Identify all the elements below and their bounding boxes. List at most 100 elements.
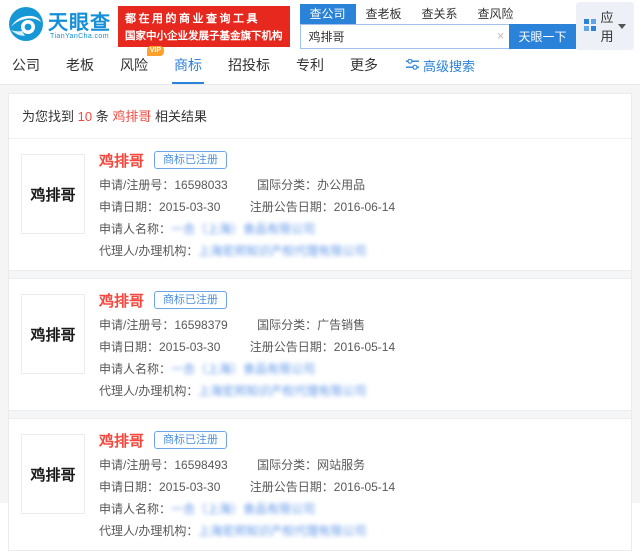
applicant-link[interactable]: 一合（上海）食品有限公司 <box>171 362 315 376</box>
applicant-row: 申请人名称：一合（上海）食品有限公司 <box>99 222 395 236</box>
trademark-card: 鸡排哥 鸡排哥 商标已注册 申请/注册号：16598033 国际分类：办公用品 … <box>9 139 631 270</box>
dates-row: 申请日期：2015-03-30 注册公告日期：2016-05-14 <box>99 340 395 354</box>
agent-link[interactable]: 上海宏邦知识产权代理有限公司 <box>198 244 366 258</box>
agent-row: 代理人/办理机构：上海宏邦知识产权代理有限公司 <box>99 384 395 398</box>
reg-no-label: 申请/注册号： <box>99 458 174 472</box>
vip-badge: VIP <box>147 46 164 56</box>
class-label: 国际分类： <box>257 458 317 472</box>
apply-date-value: 2015-03-30 <box>159 340 220 354</box>
clear-icon[interactable]: × <box>497 28 505 44</box>
applicant-link[interactable]: 一合（上海）食品有限公司 <box>171 222 315 236</box>
pub-date-label: 注册公告日期： <box>250 200 334 214</box>
trademark-status-badge: 商标已注册 <box>154 291 227 309</box>
reg-no-value: 16598493 <box>174 458 227 472</box>
promo-banner: 都在用的商业查询工具 国家中小企业发展子基金旗下机构 <box>118 6 290 47</box>
results-summary: 为您找到 10 条 鸡排哥 相关结果 <box>9 94 631 139</box>
trademark-status-badge: 商标已注册 <box>154 151 227 169</box>
apps-grid-icon <box>584 19 596 34</box>
registration-row: 申请/注册号：16598379 国际分类：广告销售 <box>99 318 395 332</box>
nav-item-company[interactable]: 公司 <box>10 55 42 84</box>
pub-date-value: 2016-05-14 <box>334 480 395 494</box>
trademark-card: 鸡排哥 鸡排哥 商标已注册 申请/注册号：16598493 国际分类：网站服务 … <box>9 419 631 550</box>
promo-line2: 国家中小企业发展子基金旗下机构 <box>125 28 283 43</box>
pub-date-value: 2016-06-14 <box>334 200 395 214</box>
applicant-row: 申请人名称：一合（上海）食品有限公司 <box>99 362 395 376</box>
results-area: 为您找到 10 条 鸡排哥 相关结果 鸡排哥 鸡排哥 商标已注册 申请/注册号：… <box>0 85 640 503</box>
nav-item-trademark[interactable]: 商标 <box>172 55 204 84</box>
agent-link[interactable]: 上海宏邦知识产权代理有限公司 <box>198 524 366 538</box>
apply-date-label: 申请日期： <box>99 200 159 214</box>
class-value: 网站服务 <box>317 458 365 472</box>
pub-date-label: 注册公告日期： <box>250 480 334 494</box>
search-tabs: 查公司 查老板 查关系 查风险 <box>300 4 576 24</box>
trademark-card: 鸡排哥 鸡排哥 商标已注册 申请/注册号：16598379 国际分类：广告销售 … <box>9 279 631 410</box>
pub-date-value: 2016-05-14 <box>334 340 395 354</box>
nav-item-patent[interactable]: 专利 <box>294 55 326 84</box>
logo-title: 天眼查 <box>48 13 111 33</box>
class-label: 国际分类： <box>257 178 317 192</box>
agent-label: 代理人/办理机构： <box>99 244 198 258</box>
card-separator <box>9 270 631 279</box>
category-nav: 公司 老板 风险 VIP 商标 招投标 专利 更多 高级搜索 <box>0 52 640 85</box>
tianyancha-eye-icon <box>8 6 44 47</box>
apply-date-value: 2015-03-30 <box>159 480 220 494</box>
caret-down-icon <box>618 24 626 29</box>
nav-item-risk[interactable]: 风险 VIP <box>118 55 150 84</box>
class-label: 国际分类： <box>257 318 317 332</box>
search-tab-boss[interactable]: 查老板 <box>356 4 412 24</box>
apply-date-label: 申请日期： <box>99 340 159 354</box>
tianyancha-logo[interactable]: 天眼查 TianYanCha.com <box>8 6 111 47</box>
trademark-status-badge: 商标已注册 <box>154 431 227 449</box>
applicant-label: 申请人名称： <box>99 502 171 516</box>
pub-date-label: 注册公告日期： <box>250 340 334 354</box>
advanced-search-label: 高级搜索 <box>423 56 475 75</box>
card-separator <box>9 410 631 419</box>
result-count: 10 <box>78 109 92 124</box>
promo-line1: 都在用的商业查询工具 <box>125 10 283 26</box>
dates-row: 申请日期：2015-03-30 注册公告日期：2016-05-14 <box>99 480 395 494</box>
apps-dropdown[interactable]: 应用 <box>576 2 634 50</box>
dates-row: 申请日期：2015-03-30 注册公告日期：2016-06-14 <box>99 200 395 214</box>
reg-no-label: 申请/注册号： <box>99 178 174 192</box>
agent-label: 代理人/办理机构： <box>99 384 198 398</box>
apps-label: 应用 <box>601 7 614 45</box>
nav-item-bidding[interactable]: 招投标 <box>226 55 272 84</box>
registration-row: 申请/注册号：16598033 国际分类：办公用品 <box>99 178 395 192</box>
search-button[interactable]: 天眼一下 <box>509 24 575 49</box>
applicant-label: 申请人名称： <box>99 222 171 236</box>
logo-subtitle: TianYanCha.com <box>48 33 111 40</box>
filter-sliders-icon <box>406 58 419 73</box>
trademark-title-link[interactable]: 鸡排哥 <box>99 430 144 451</box>
top-header: 天眼查 TianYanCha.com 都在用的商业查询工具 国家中小企业发展子基… <box>0 0 640 52</box>
trademark-image[interactable]: 鸡排哥 <box>21 434 85 514</box>
trademark-image[interactable]: 鸡排哥 <box>21 294 85 374</box>
search-tab-company[interactable]: 查公司 <box>300 4 356 24</box>
search-tab-risk[interactable]: 查风险 <box>468 4 524 24</box>
agent-row: 代理人/办理机构：上海宏邦知识产权代理有限公司 <box>99 524 395 538</box>
results-container: 为您找到 10 条 鸡排哥 相关结果 鸡排哥 鸡排哥 商标已注册 申请/注册号：… <box>8 93 632 551</box>
search-tab-relation[interactable]: 查关系 <box>412 4 468 24</box>
nav-item-more[interactable]: 更多 <box>348 55 380 84</box>
class-value: 办公用品 <box>317 178 365 192</box>
advanced-search-link[interactable]: 高级搜索 <box>406 56 475 84</box>
search-input[interactable] <box>300 24 510 49</box>
search-block: 查公司 查老板 查关系 查风险 × 天眼一下 <box>300 4 576 49</box>
agent-link[interactable]: 上海宏邦知识产权代理有限公司 <box>198 384 366 398</box>
reg-no-value: 16598033 <box>174 178 227 192</box>
applicant-row: 申请人名称：一合（上海）食品有限公司 <box>99 502 395 516</box>
apply-date-value: 2015-03-30 <box>159 200 220 214</box>
search-keyword: 鸡排哥 <box>112 109 151 124</box>
applicant-label: 申请人名称： <box>99 362 171 376</box>
applicant-link[interactable]: 一合（上海）食品有限公司 <box>171 502 315 516</box>
apply-date-label: 申请日期： <box>99 480 159 494</box>
reg-no-value: 16598379 <box>174 318 227 332</box>
trademark-image[interactable]: 鸡排哥 <box>21 154 85 234</box>
trademark-title-link[interactable]: 鸡排哥 <box>99 150 144 171</box>
reg-no-label: 申请/注册号： <box>99 318 174 332</box>
class-value: 广告销售 <box>317 318 365 332</box>
agent-label: 代理人/办理机构： <box>99 524 198 538</box>
agent-row: 代理人/办理机构：上海宏邦知识产权代理有限公司 <box>99 244 395 258</box>
registration-row: 申请/注册号：16598493 国际分类：网站服务 <box>99 458 395 472</box>
trademark-title-link[interactable]: 鸡排哥 <box>99 290 144 311</box>
nav-item-boss[interactable]: 老板 <box>64 55 96 84</box>
